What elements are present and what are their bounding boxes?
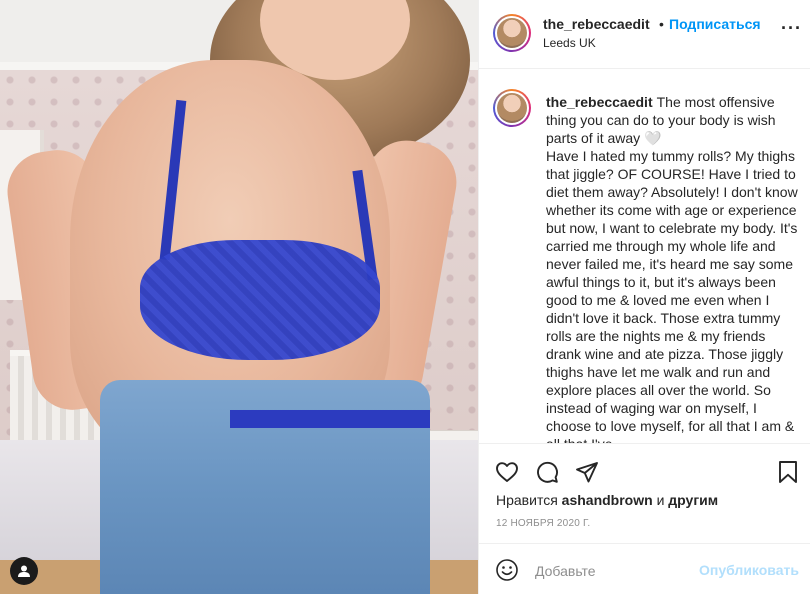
post-date[interactable]: 12 НОЯБРЯ 2020 Г. bbox=[496, 518, 590, 529]
action-bar bbox=[479, 450, 810, 494]
user-tag-icon[interactable] bbox=[10, 557, 38, 585]
post-side-panel: the_rebeccaedit • Подписаться Leeds UK ·… bbox=[478, 0, 810, 594]
publish-button[interactable]: Опубликовать bbox=[699, 562, 799, 578]
follow-button[interactable]: Подписаться bbox=[669, 16, 761, 32]
photo-waistband bbox=[230, 410, 430, 428]
share-icon[interactable] bbox=[573, 458, 601, 486]
avatar-photo bbox=[497, 18, 527, 48]
likes-others-link[interactable]: другим bbox=[668, 492, 718, 508]
emoji-icon[interactable] bbox=[495, 558, 519, 582]
comment-input[interactable] bbox=[533, 558, 717, 584]
bookmark-icon[interactable] bbox=[774, 458, 802, 486]
photo-person bbox=[2, 0, 470, 594]
caption-body: Have I hated my tummy rolls? My thighs t… bbox=[546, 148, 798, 444]
white-heart-emoji: 🤍 bbox=[644, 130, 662, 146]
photo-bra bbox=[140, 240, 380, 360]
more-options-icon[interactable]: ··· bbox=[781, 19, 802, 37]
header-username[interactable]: the_rebeccaedit bbox=[543, 16, 650, 32]
likes-summary: Нравится ashandbrown и другим bbox=[496, 492, 718, 508]
post-header: the_rebeccaedit • Подписаться Leeds UK ·… bbox=[479, 0, 810, 69]
caption-username[interactable]: the_rebeccaedit bbox=[546, 94, 653, 110]
likes-user-link[interactable]: ashandbrown bbox=[562, 492, 653, 508]
comment-bar: Опубликовать bbox=[479, 543, 810, 595]
comment-icon[interactable] bbox=[533, 458, 561, 486]
caption-avatar[interactable] bbox=[493, 89, 531, 127]
likes-conj: и bbox=[656, 492, 665, 508]
header-separator: • bbox=[659, 16, 664, 32]
avatar-photo bbox=[497, 93, 527, 123]
location-link[interactable]: Leeds UK bbox=[543, 36, 596, 50]
header-avatar[interactable] bbox=[493, 14, 531, 52]
likes-prefix: Нравится bbox=[496, 492, 558, 508]
post-photo[interactable] bbox=[0, 0, 478, 594]
post-caption: the_rebeccaedit The most offensive thing … bbox=[546, 93, 801, 444]
comments-area[interactable]: the_rebeccaedit The most offensive thing … bbox=[479, 69, 810, 444]
heart-icon[interactable] bbox=[493, 458, 521, 486]
